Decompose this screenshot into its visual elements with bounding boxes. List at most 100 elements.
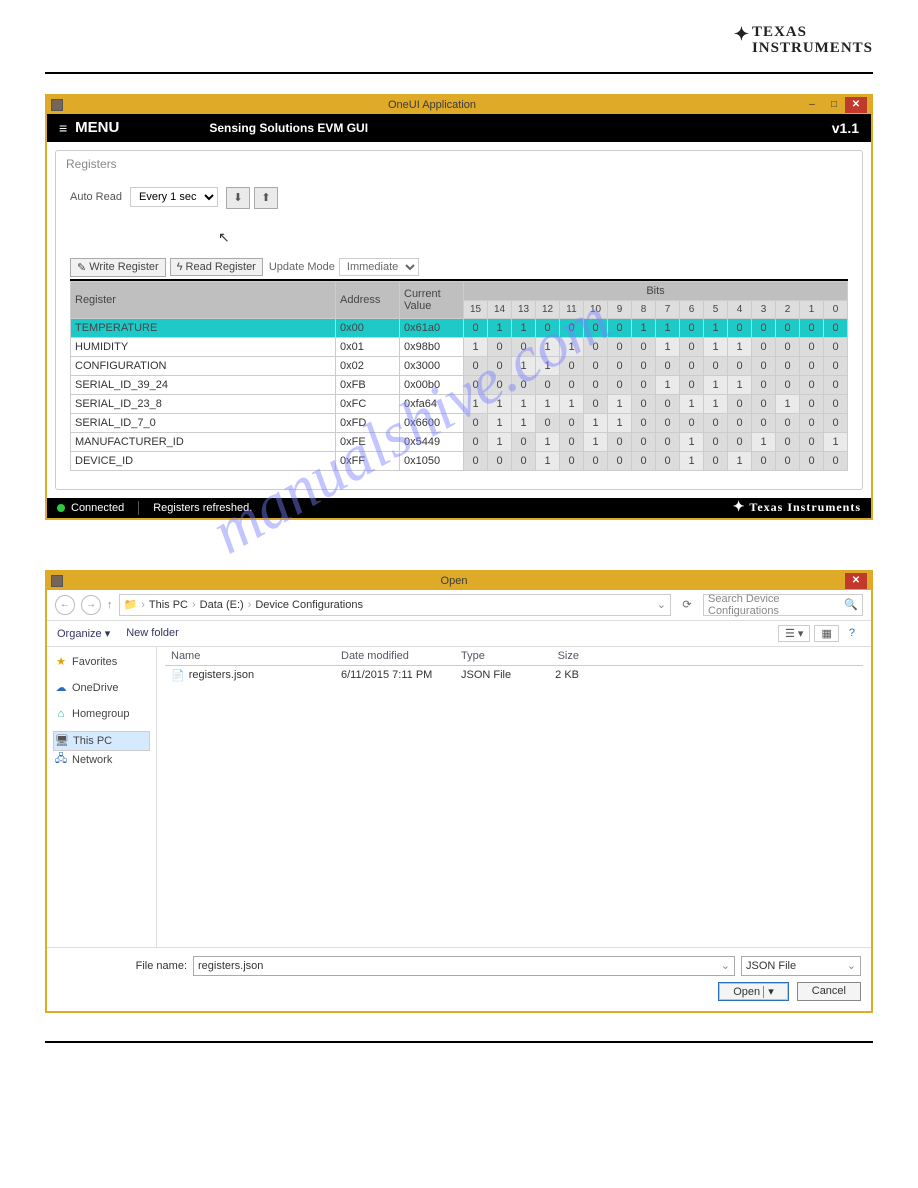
app-icon (51, 99, 63, 111)
close-button[interactable]: ✕ (845, 97, 867, 113)
register-row[interactable]: TEMPERATURE0x000x61a00110000110100000 (71, 318, 848, 337)
maximize-button[interactable]: □ (823, 97, 845, 113)
filename-label: File name: (57, 960, 187, 972)
breadcrumb[interactable]: 📁 ›This PC ›Data (E:) ›Device Configurat… (119, 594, 672, 616)
nav-icon: 🖥 (56, 735, 68, 747)
bit-header: 9 (608, 300, 632, 318)
col-size[interactable]: Size (535, 650, 585, 662)
file-icon: 📄 (171, 669, 185, 682)
bit-header: 2 (776, 300, 800, 318)
file-pane: Name Date modified Type Size 📄registers.… (157, 647, 871, 947)
logo-line1: TEXAS (752, 24, 807, 40)
hamburger-icon[interactable]: ≡ (59, 120, 67, 136)
detail-view-button[interactable]: ▦ (814, 625, 838, 642)
bit-header: 10 (584, 300, 608, 318)
register-row[interactable]: HUMIDITY0x010x98b01001100010110000 (71, 337, 848, 356)
bit-header: 0 (824, 300, 848, 318)
dialog-titlebar: Open ✕ (47, 572, 871, 590)
update-mode-select[interactable]: Immediate (339, 258, 419, 276)
search-icon: 🔍 (844, 598, 858, 611)
back-button[interactable]: ← (55, 595, 75, 615)
menubar: ≡ MENU Sensing Solutions EVM GUI v1.1 (47, 114, 871, 142)
sidenav-item[interactable]: 🖧Network (53, 751, 150, 769)
register-row[interactable]: SERIAL_ID_39_240xFB0x00b0000000001011000… (71, 375, 848, 394)
bit-header: 8 (632, 300, 656, 318)
titlebar: OneUI Application – □ ✕ (47, 96, 871, 114)
status-connected: Connected (71, 502, 124, 514)
bit-header: 12 (536, 300, 560, 318)
divider (45, 1041, 873, 1043)
auto-read-label: Auto Read (70, 187, 122, 203)
bit-header: 7 (656, 300, 680, 318)
view-button[interactable]: ☰ ▾ (778, 625, 810, 642)
bit-header: 4 (728, 300, 752, 318)
bit-header: 14 (488, 300, 512, 318)
gui-window: OneUI Application – □ ✕ ≡ MENU Sensing S… (45, 94, 873, 520)
nav-toolbar: ← → ↑ 📁 ›This PC ›Data (E:) ›Device Conf… (47, 590, 871, 621)
cursor-icon: ↖ (218, 229, 230, 246)
app-icon (51, 575, 63, 587)
file-row[interactable]: 📄registers.json6/11/2015 7:11 PMJSON Fil… (165, 666, 863, 685)
menu-label[interactable]: MENU (75, 119, 119, 136)
up-button[interactable]: ↑ (107, 599, 113, 611)
file-type-filter[interactable]: JSON File⌄ (741, 956, 861, 976)
bit-header: 3 (752, 300, 776, 318)
read-register-button[interactable]: ϟ Read Register (170, 258, 263, 276)
status-message: Registers refreshed. (153, 502, 252, 514)
download-button[interactable]: ⬇ (226, 187, 250, 209)
sidenav-item[interactable]: ☁OneDrive (53, 679, 150, 697)
col-date[interactable]: Date modified (335, 650, 455, 662)
bit-header: 11 (560, 300, 584, 318)
register-row[interactable]: MANUFACTURER_ID0xFE0x5449010101000100100… (71, 432, 848, 451)
col-type[interactable]: Type (455, 650, 535, 662)
sidenav: ★Favorites ☁OneDrive ⌂Homegroup 🖥This PC🖧Ne… (47, 647, 157, 947)
organize-toolbar: Organize ▾ New folder ☰ ▾ ▦ ? (47, 621, 871, 647)
register-row[interactable]: SERIAL_ID_7_00xFD0x66000110011000000000 (71, 413, 848, 432)
bit-header: 15 (464, 300, 488, 318)
dialog-title: Open (63, 575, 845, 587)
bit-header: 1 (800, 300, 824, 318)
nav-icon: ☁ (55, 682, 67, 694)
refresh-button[interactable]: ⟳ (677, 595, 697, 615)
write-register-button[interactable]: ✎ Write Register (70, 258, 166, 277)
divider (45, 72, 873, 74)
col-value[interactable]: Current Value (400, 281, 464, 318)
registers-table: Register Address Current Value Bits 1514… (70, 281, 848, 471)
forward-button[interactable]: → (81, 595, 101, 615)
register-row[interactable]: CONFIGURATION0x020x30000011000000000000 (71, 356, 848, 375)
panel-title: Registers (56, 151, 862, 177)
register-row[interactable]: DEVICE_ID0xFF0x10500001000001010000 (71, 451, 848, 470)
search-input[interactable]: Search Device Configurations 🔍 (703, 594, 863, 616)
open-dialog: Open ✕ ← → ↑ 📁 ›This PC ›Data (E:) ›Devi… (45, 570, 873, 1013)
nav-icon: 🖧 (55, 754, 67, 766)
ti-logo: ✦ TEXAS INSTRUMENTS (45, 25, 873, 57)
col-address[interactable]: Address (336, 281, 400, 318)
open-button[interactable]: Open ▾ (718, 982, 789, 1001)
sidenav-item[interactable]: ★Favorites (53, 653, 150, 671)
minimize-button[interactable]: – (801, 97, 823, 113)
bit-header: 6 (680, 300, 704, 318)
upload-button[interactable]: ⬆ (254, 187, 278, 209)
new-folder-button[interactable]: New folder (126, 627, 179, 639)
sidenav-item[interactable]: 🖥This PC (53, 731, 150, 751)
cancel-button[interactable]: Cancel (797, 982, 861, 1001)
folder-icon: 📁 (124, 598, 138, 611)
ti-footer-logo: ✦ Texas Instruments (733, 499, 861, 516)
nav-icon: ⌂ (55, 708, 67, 720)
help-button[interactable]: ? (843, 626, 861, 640)
ti-icon: ✦ (734, 25, 750, 43)
organize-button[interactable]: Organize ▾ (57, 627, 110, 640)
col-register[interactable]: Register (71, 281, 336, 318)
register-row[interactable]: SERIAL_ID_23_80xFC0xfa641111101001100100 (71, 394, 848, 413)
col-name[interactable]: Name (165, 650, 335, 662)
sidenav-item[interactable]: ⌂Homegroup (53, 705, 150, 723)
close-button[interactable]: ✕ (845, 573, 867, 589)
filename-input[interactable]: registers.json⌄ (193, 956, 735, 976)
window-title: OneUI Application (63, 99, 801, 111)
ti-icon: ✦ (733, 499, 746, 516)
col-bits: Bits (464, 281, 848, 300)
bit-header: 5 (704, 300, 728, 318)
bit-header: 13 (512, 300, 536, 318)
auto-read-select[interactable]: Every 1 sec (130, 187, 218, 207)
update-mode-label: Update Mode (269, 261, 335, 273)
